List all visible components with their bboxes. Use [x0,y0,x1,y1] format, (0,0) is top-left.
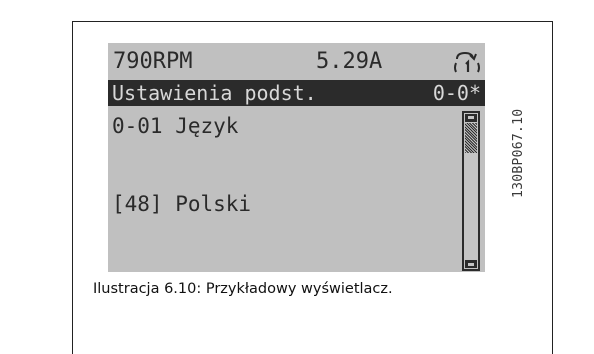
parameter-label: 0-01 Język [112,114,239,138]
status-row: 790RPM 5.29A [108,47,485,77]
manual-page: 790RPM 5.29A Ustawienia podst. 0-0* 0-01… [0,0,594,354]
lcd-display: 790RPM 5.29A Ustawienia podst. 0-0* 0-01… [108,43,485,272]
drawing-reference-code: 130BP067.10 [511,108,526,198]
scroll-down-arrow-icon [465,260,477,268]
scroll-thumb [465,123,477,153]
figure-frame-left [72,21,73,354]
menu-title: Ustawienia podst. [112,81,317,105]
parameter-value: [48] Polski [112,192,252,216]
menu-title-bar: Ustawienia podst. 0-0* [108,80,485,106]
figure-caption: Ilustracja 6.10: Przykładowy wyświetlacz… [93,281,393,297]
value-row: [48] Polski [108,189,485,219]
figure-frame-right [552,21,553,354]
figure-frame-top [72,21,552,22]
menu-code: 0-0* [432,81,481,105]
current-readout: 5.29A [316,49,383,74]
speed-readout: 790RPM [113,49,193,74]
vertical-scrollbar [462,111,480,271]
scroll-up-arrow-icon [465,114,477,122]
hand-menu-1-icon [453,50,483,74]
parameter-row: 0-01 Język [108,111,485,141]
